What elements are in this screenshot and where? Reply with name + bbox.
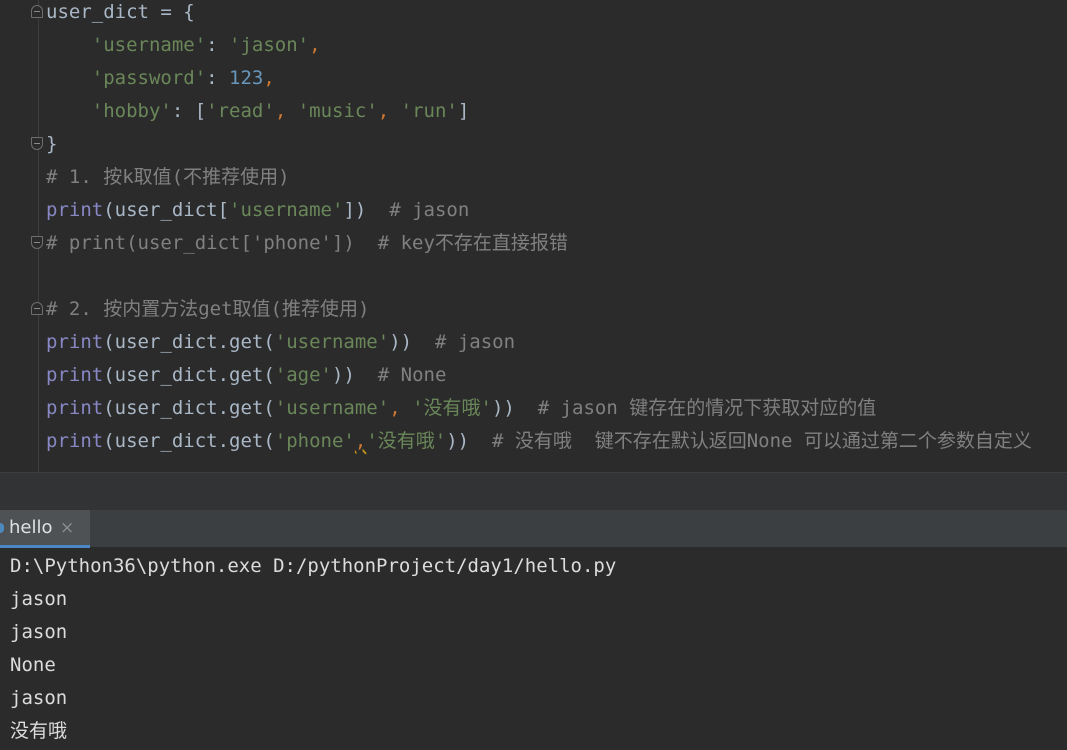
console-output-line: 没有哦 <box>10 720 68 742</box>
code-line[interactable]: # 2. 按内置方法get取值(推荐使用) <box>46 293 369 326</box>
run-config-icon <box>0 523 4 533</box>
run-console[interactable]: D:\Python36\python.exe D:/pythonProject/… <box>0 548 1067 750</box>
code-token: , <box>263 67 275 89</box>
code-token: 'age' <box>274 364 332 386</box>
code-token: # jason <box>434 331 516 353</box>
code-token: # 1. 按k取值(不推荐使用) <box>46 166 290 188</box>
code-token: print <box>46 364 104 386</box>
code-token: (user_dict.get( <box>103 331 275 353</box>
code-token: # jason 键存在的情况下获取对应的值 <box>537 397 877 419</box>
code-token: 'phone' <box>274 430 355 452</box>
code-token: # print(user_dict['phone']) # key不存在直接报错 <box>46 232 568 254</box>
code-token: 'run' <box>400 100 458 122</box>
code-token: print <box>46 397 104 419</box>
code-line[interactable]: print(user_dict.get('username', '没有哦')) … <box>46 392 876 425</box>
run-tab-hello[interactable]: hello × <box>0 510 90 548</box>
code-token: ] <box>457 100 470 122</box>
code-line[interactable]: 'hobby': ['read', 'music', 'run'] <box>46 95 470 128</box>
code-token: , <box>389 397 413 419</box>
code-token: '没有哦' <box>366 430 447 452</box>
code-token: 'hobby' <box>91 100 172 122</box>
code-token: )) <box>491 397 538 419</box>
code-line[interactable]: print(user_dict['username']) # jason <box>46 194 469 227</box>
code-line[interactable]: # print(user_dict['phone']) # key不存在直接报错 <box>46 227 568 260</box>
code-line[interactable]: user_dict = { <box>46 0 195 29</box>
code-token: 'username' <box>274 331 390 353</box>
code-token: print <box>46 430 104 452</box>
code-token: '没有哦' <box>412 397 492 419</box>
code-token: 'music' <box>297 100 378 122</box>
code-token: )) <box>446 430 492 452</box>
code-token: # jason <box>389 199 470 221</box>
code-line[interactable]: print(user_dict.get('username')) # jason <box>46 326 515 359</box>
code-token: print <box>46 331 104 353</box>
fold-open-icon[interactable] <box>31 302 43 315</box>
code-token: 'username' <box>274 397 390 419</box>
code-token: , <box>274 100 298 122</box>
code-token: 'read' <box>206 100 275 122</box>
code-token: 123 <box>229 67 264 89</box>
console-output-line: jason <box>10 588 68 610</box>
code-token: user_dict = { <box>46 1 195 23</box>
run-tab-label: hello <box>9 517 53 538</box>
code-token: : <box>206 67 230 89</box>
code-token: # 2. 按内置方法get取值(推荐使用) <box>46 298 370 320</box>
fold-open-icon[interactable] <box>31 5 43 18</box>
code-editor[interactable]: user_dict = { 'username': 'jason', 'pass… <box>0 0 1067 472</box>
panel-divider[interactable] <box>0 472 1067 510</box>
console-output-line: D:\Python36\python.exe D:/pythonProject/… <box>10 555 617 577</box>
code-line[interactable]: 'username': 'jason', <box>46 29 321 62</box>
code-line[interactable]: print(user_dict.get('age')) # None <box>46 359 446 392</box>
code-token: ]) <box>343 199 390 221</box>
console-output-line: jason <box>10 687 68 709</box>
code-token: , <box>354 430 367 452</box>
code-line[interactable]: # 1. 按k取值(不推荐使用) <box>46 161 290 194</box>
code-token: print <box>46 199 104 221</box>
fold-close-icon[interactable] <box>31 236 43 249</box>
code-token: (user_dict[ <box>103 199 230 221</box>
fold-close-icon[interactable] <box>31 137 43 150</box>
code-token: )) <box>389 331 435 353</box>
close-icon[interactable]: × <box>60 510 74 546</box>
code-token: 'username' <box>229 199 344 221</box>
code-line[interactable]: 'password': 123, <box>46 62 275 95</box>
code-token: } <box>46 133 58 155</box>
code-token: (user_dict.get( <box>103 364 275 386</box>
code-token: )) <box>332 364 378 386</box>
code-token: 'password' <box>91 67 207 89</box>
code-token: , <box>377 100 401 122</box>
code-token: , <box>309 34 321 56</box>
run-tabbar: hello × <box>0 510 1067 548</box>
code-token: # 没有哦 键不存在默认返回None 可以通过第二个参数自定义 <box>491 430 1032 452</box>
code-token: 'jason' <box>229 34 310 56</box>
code-token: # None <box>377 364 447 386</box>
code-line[interactable]: } <box>46 128 57 161</box>
code-token: (user_dict.get( <box>103 397 275 419</box>
code-token: : [ <box>171 100 207 122</box>
code-token: 'username' <box>91 34 207 56</box>
code-token: (user_dict.get( <box>103 430 275 452</box>
code-line[interactable]: print(user_dict.get('phone','没有哦')) # 没有… <box>46 425 1032 458</box>
console-output-line: jason <box>10 621 68 643</box>
code-token: : <box>206 34 230 56</box>
console-output-line: None <box>10 654 56 676</box>
